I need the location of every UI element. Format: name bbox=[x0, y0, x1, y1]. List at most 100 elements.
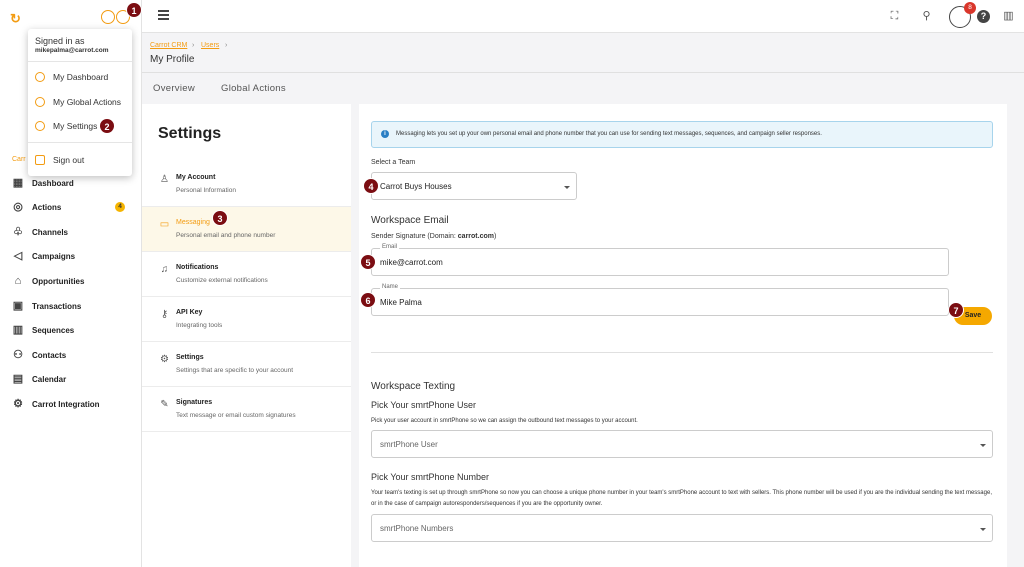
team-select[interactable]: Carrot Buys Houses bbox=[371, 172, 577, 200]
sidebar-item-label: Channels bbox=[32, 227, 69, 237]
sidebar-item-contacts[interactable]: ⚇ Contacts bbox=[0, 343, 141, 367]
settings-item-desc: Personal Information bbox=[176, 187, 236, 194]
menu-item-label: My Settings bbox=[53, 121, 98, 131]
step-marker-3: 3 bbox=[212, 210, 228, 226]
page-header: Carrot CRM › Users › My Profile Overview… bbox=[142, 33, 1024, 104]
breadcrumb-carrot-crm[interactable]: Carrot CRM bbox=[150, 42, 187, 49]
settings-item-messaging[interactable]: ▭ Messaging Personal email and phone num… bbox=[142, 207, 351, 252]
info-icon: i bbox=[381, 130, 389, 138]
settings-title: Settings bbox=[158, 125, 222, 142]
check-circle-icon bbox=[35, 97, 45, 107]
check-circle-icon: ◎ bbox=[13, 201, 23, 213]
email-field[interactable]: Email mike@carrot.com bbox=[371, 244, 949, 276]
settings-item-settings[interactable]: ⚙ Settings Settings that are specific to… bbox=[142, 342, 351, 387]
pick-number-title: Pick Your smrtPhone Number bbox=[371, 472, 490, 482]
breadcrumb-users[interactable]: Users bbox=[201, 42, 219, 49]
step-marker-6: 6 bbox=[360, 292, 376, 308]
sidebar-item-label: Transactions bbox=[32, 301, 82, 311]
sidebar-item-transactions[interactable]: ▣ Transactions bbox=[0, 294, 141, 318]
settings-item-notifications[interactable]: ♫ Notifications Customize external notif… bbox=[142, 252, 351, 297]
fullscreen-icon[interactable]: ⛶ bbox=[888, 10, 901, 23]
smrtphone-user-placeholder: smrtPhone User bbox=[380, 440, 438, 449]
divider bbox=[142, 72, 1024, 73]
help-icon[interactable]: ? bbox=[977, 10, 990, 23]
chevron-down-icon bbox=[980, 444, 986, 447]
menu-item-my-dashboard[interactable]: My Dashboard bbox=[35, 72, 108, 82]
sidebar-item-label: Actions bbox=[32, 202, 62, 212]
chevron-right-icon: › bbox=[192, 42, 195, 49]
settings-item-desc: Customize external notifications bbox=[176, 277, 268, 284]
tab-global-actions[interactable]: Global Actions bbox=[221, 83, 286, 94]
sidebar-item-label: Campaigns bbox=[32, 251, 76, 261]
settings-item-my-account[interactable]: ♙ My Account Personal Information bbox=[142, 162, 351, 207]
settings-item-signatures[interactable]: ✎ Signatures Text message or email custo… bbox=[142, 387, 351, 432]
top-bar: ⛶ ⚲ 8 ? ▥ bbox=[142, 0, 1024, 33]
step-marker-5: 5 bbox=[360, 254, 376, 270]
tab-overview[interactable]: Overview bbox=[153, 83, 195, 94]
sidebar-item-carrot-integration[interactable]: ⚙ Carrot Integration bbox=[0, 392, 141, 416]
settings-item-desc: Settings that are specific to your accou… bbox=[176, 367, 294, 374]
search-icon[interactable]: ⚲ bbox=[920, 10, 933, 23]
sender-signature-label: Sender Signature (Domain: carrot.com) bbox=[371, 233, 497, 240]
sidebar-item-label: Opportunities bbox=[32, 276, 85, 286]
pick-user-help: Pick your user account in smrtPhone so w… bbox=[371, 418, 638, 424]
pick-user-title: Pick Your smrtPhone User bbox=[371, 400, 477, 410]
gear-icon: ⚙ bbox=[160, 354, 169, 365]
email-field-label: Email bbox=[380, 244, 400, 250]
settings-item-api-key[interactable]: ⚷ API Key Integrating tools bbox=[142, 297, 351, 342]
smrtphone-number-select[interactable]: smrtPhone Numbers bbox=[371, 514, 993, 542]
megaphone-icon: ◁ bbox=[13, 250, 23, 262]
settings-item-name: Messaging bbox=[176, 219, 210, 226]
sidebar-item-channels[interactable]: ♧ Channels bbox=[0, 220, 141, 244]
sidebar-item-calendar[interactable]: ▤ Calendar bbox=[0, 367, 141, 391]
team-select-value: Carrot Buys Houses bbox=[380, 182, 452, 191]
name-field[interactable]: Name Mike Palma bbox=[371, 284, 949, 316]
info-banner: i Messaging lets you set up your own per… bbox=[371, 121, 993, 148]
smrtphone-user-select[interactable]: smrtPhone User bbox=[371, 430, 993, 458]
transactions-icon: ▣ bbox=[12, 300, 24, 312]
refresh-logo-icon[interactable]: ↻ bbox=[10, 11, 21, 27]
sidebar-section-label: Carr bbox=[12, 156, 26, 163]
menu-item-label: My Global Actions bbox=[53, 97, 122, 107]
sidebar-item-label: Carrot Integration bbox=[32, 399, 100, 409]
bell-icon: ♫ bbox=[160, 264, 169, 275]
chevron-down-icon bbox=[564, 186, 570, 189]
sidebar-item-campaigns[interactable]: ◁ Campaigns bbox=[0, 244, 141, 268]
actions-count-badge: 4 bbox=[115, 202, 125, 212]
hamburger-menu-icon[interactable] bbox=[158, 10, 169, 22]
sidebar-item-actions[interactable]: ◎ Actions 4 bbox=[0, 195, 141, 219]
divider bbox=[28, 61, 132, 62]
tasks-icon[interactable] bbox=[101, 10, 115, 24]
settings-item-name: Settings bbox=[176, 354, 204, 361]
menu-item-sign-out[interactable]: Sign out bbox=[35, 155, 84, 165]
workspace-email-title: Workspace Email bbox=[371, 215, 449, 226]
menu-item-my-global-actions[interactable]: My Global Actions bbox=[35, 97, 121, 107]
step-marker-7: 7 bbox=[948, 302, 964, 318]
sidebar-item-label: Contacts bbox=[32, 350, 67, 360]
menu-item-label: Sign out bbox=[53, 155, 85, 165]
sidebar-item-sequences[interactable]: ▥ Sequences bbox=[0, 318, 141, 342]
sequences-icon: ▥ bbox=[12, 324, 24, 336]
user-circle-icon bbox=[35, 72, 45, 82]
sender-signature-domain: carrot.com bbox=[457, 233, 494, 240]
divider bbox=[371, 352, 993, 353]
page-title: My Profile bbox=[150, 54, 195, 65]
menu-item-my-settings[interactable]: My Settings bbox=[35, 121, 97, 131]
sidebar-item-opportunities[interactable]: ⌂ Opportunities bbox=[0, 269, 141, 293]
book-icon[interactable]: ▥ bbox=[1002, 10, 1015, 23]
name-field-value: Mike Palma bbox=[380, 298, 422, 307]
pick-number-help: Your team's texting is set up through sm… bbox=[371, 490, 992, 507]
sidebar-item-label: Calendar bbox=[32, 374, 67, 384]
signed-in-email: mikepalma@carrot.com bbox=[35, 47, 109, 54]
sidebar-item-label: Sequences bbox=[32, 325, 75, 335]
chevron-down-icon bbox=[980, 528, 986, 531]
settings-item-desc: Text message or email custom signatures bbox=[176, 412, 296, 419]
user-menu-dropdown: Signed in as mikepalma@carrot.com My Das… bbox=[28, 29, 132, 176]
notification-count-badge: 8 bbox=[964, 2, 976, 14]
settings-item-name: My Account bbox=[176, 174, 216, 181]
signed-in-label: Signed in as bbox=[35, 36, 85, 46]
divider bbox=[28, 142, 132, 143]
sign-out-icon bbox=[35, 155, 45, 165]
settings-menu: Settings ♙ My Account Personal Informati… bbox=[142, 104, 351, 567]
email-field-value: mike@carrot.com bbox=[380, 258, 443, 267]
